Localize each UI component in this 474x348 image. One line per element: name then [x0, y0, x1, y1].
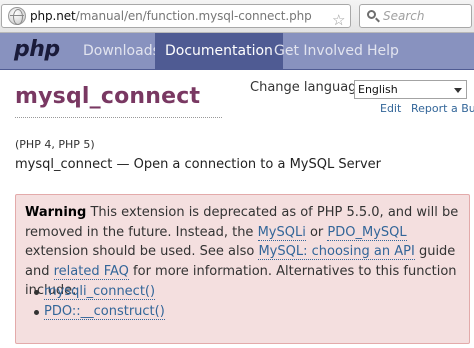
nav-item-documentation[interactable]: Documentation — [155, 33, 283, 70]
change-language-label: Change language: — [250, 80, 369, 95]
edit-link[interactable]: Edit — [380, 102, 401, 115]
nav-item-get-involved[interactable]: Get Involved — [274, 33, 363, 70]
deprecation-warning: Warning This extension is deprecated as … — [15, 194, 470, 344]
alternatives-list: mysqli_connect() PDO::__construct() — [34, 282, 165, 322]
url-host: php.net — [30, 9, 76, 23]
url-path: /manual/en/function.mysql-connect.php — [75, 9, 312, 23]
pdo-construct-link[interactable]: PDO::__construct() — [44, 304, 165, 320]
pdo-mysql-link[interactable]: PDO_MySQL — [327, 224, 407, 241]
function-purpose: mysql_connect — Open a connection to a M… — [15, 157, 381, 172]
nav-item-help[interactable]: Help — [367, 33, 399, 70]
language-selected-value: English — [358, 83, 398, 96]
report-bug-link[interactable]: Report a Bug — [411, 102, 474, 115]
warning-heading: Warning — [25, 205, 87, 220]
chevron-down-icon — [454, 88, 462, 93]
warning-text-part: extension should be used. See also — [25, 244, 255, 259]
title-divider — [15, 117, 222, 118]
search-box[interactable] — [359, 4, 472, 28]
warning-text-part: or — [309, 224, 324, 240]
php-versions: (PHP 4, PHP 5) — [15, 138, 95, 151]
globe-icon — [8, 7, 26, 25]
bookmark-star-icon[interactable]: ☆ — [332, 13, 345, 28]
site-navbar: php Downloads Documentation Get Involved… — [0, 33, 474, 70]
page-title: mysql_connect — [15, 84, 201, 109]
related-faq-link[interactable]: related FAQ — [53, 263, 129, 280]
list-item: mysqli_connect() — [34, 282, 165, 302]
nav-item-downloads[interactable]: Downloads — [83, 33, 160, 70]
browser-toolbar: php.net/manual/en/function.mysql-connect… — [0, 0, 474, 33]
address-bar[interactable]: php.net/manual/en/function.mysql-connect… — [1, 4, 351, 28]
mysqli-link[interactable]: MySQLi — [257, 224, 306, 241]
url-text[interactable]: php.net/manual/en/function.mysql-connect… — [30, 9, 312, 23]
php-logo[interactable]: php — [14, 37, 60, 62]
search-input[interactable] — [383, 9, 467, 23]
choosing-api-link[interactable]: MySQL: choosing an API — [258, 244, 415, 260]
language-select[interactable]: English — [354, 80, 467, 99]
search-icon[interactable] — [364, 8, 380, 24]
mysqli-connect-link[interactable]: mysqli_connect() — [44, 284, 156, 300]
list-item: PDO::__construct() — [34, 302, 165, 322]
